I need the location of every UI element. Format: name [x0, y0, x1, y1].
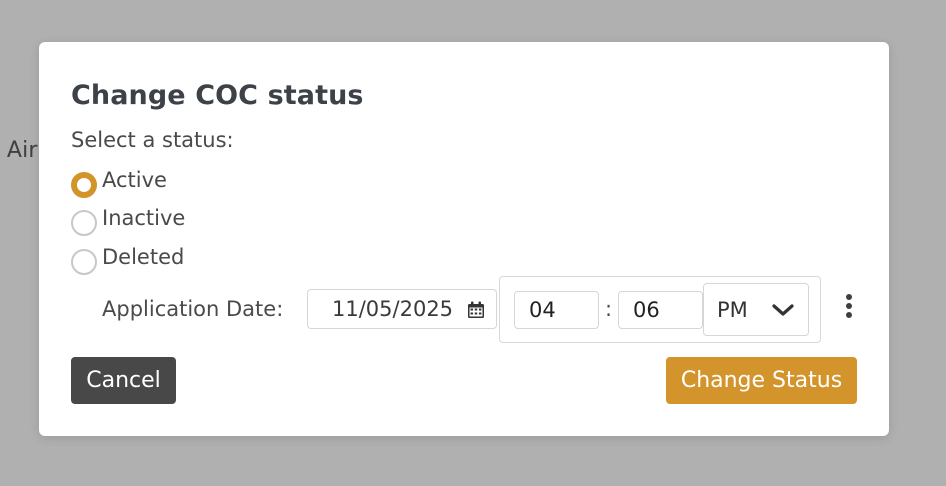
time-picker: 04 : 06 PM	[499, 276, 821, 343]
time-separator: :	[605, 297, 613, 321]
more-options-icon[interactable]	[843, 294, 855, 324]
status-option-label: Active	[102, 168, 167, 192]
ampm-select[interactable]: PM	[703, 283, 809, 336]
change-status-modal: Change COC status Select a status: Activ…	[39, 42, 889, 436]
status-option-label: Deleted	[102, 245, 185, 269]
radio-deleted[interactable]	[71, 249, 97, 275]
date-value: 11/05/2025	[332, 297, 454, 321]
status-option-inactive[interactable]: Inactive	[71, 204, 185, 238]
minute-input[interactable]: 06	[618, 291, 703, 329]
ampm-value: PM	[717, 298, 748, 322]
status-prompt: Select a status:	[71, 128, 234, 152]
status-option-active[interactable]: Active	[71, 166, 167, 200]
application-date-label: Application Date:	[102, 297, 284, 321]
status-option-deleted[interactable]: Deleted	[71, 243, 184, 277]
cancel-button[interactable]: Cancel	[71, 357, 176, 404]
status-option-label: Inactive	[102, 206, 186, 230]
change-status-button[interactable]: Change Status	[666, 357, 857, 404]
application-date-input[interactable]: 11/05/2025	[307, 289, 497, 329]
modal-title: Change COC status	[71, 80, 364, 111]
chevron-down-icon	[772, 304, 794, 316]
radio-active[interactable]	[71, 172, 97, 198]
hour-input[interactable]: 04	[514, 291, 599, 329]
radio-inactive[interactable]	[71, 210, 97, 236]
calendar-icon[interactable]	[467, 301, 485, 319]
